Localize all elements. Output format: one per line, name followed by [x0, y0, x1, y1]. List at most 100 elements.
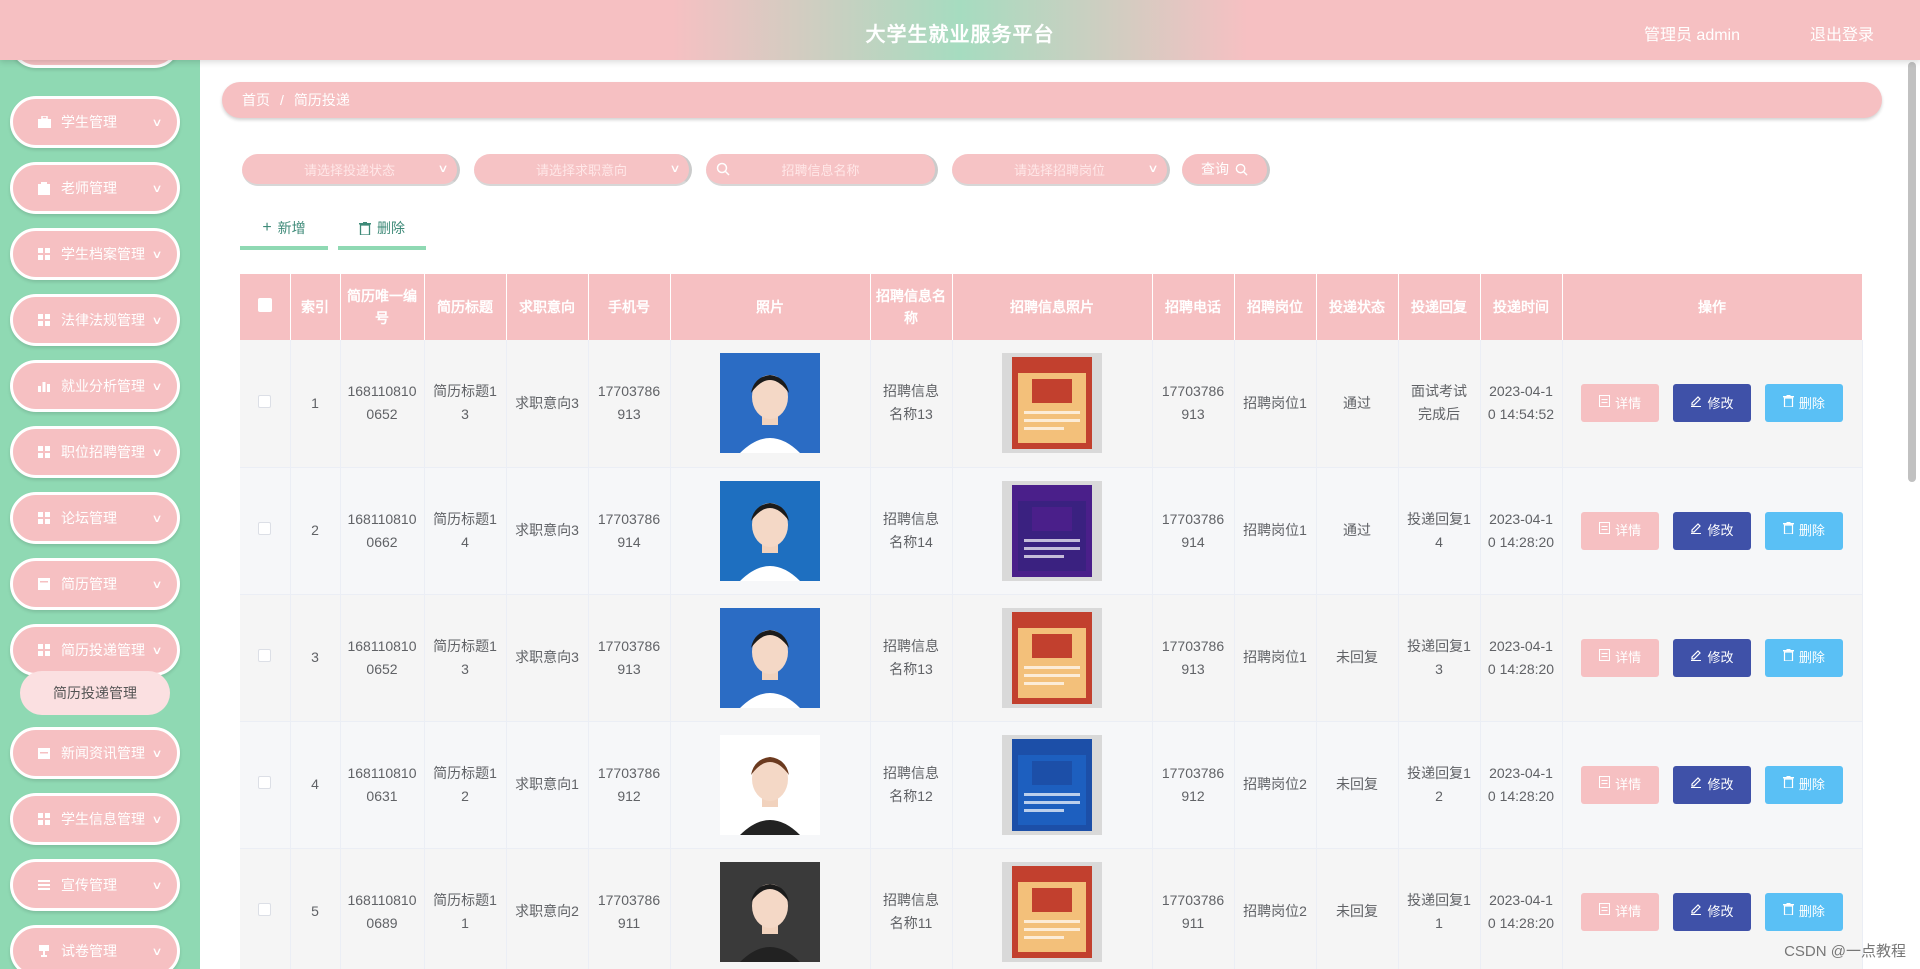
cell-photo — [670, 340, 871, 468]
edit-button[interactable]: 修改 — [1673, 638, 1751, 677]
row-checkbox[interactable] — [258, 649, 272, 662]
sidebar-item-laws[interactable]: 法律法规管理 ∨ — [10, 294, 180, 346]
position-select[interactable]: 请选择招聘岗位 ∨ — [952, 154, 1170, 186]
delete-button[interactable]: 删除 — [1764, 765, 1843, 804]
detail-button-label: 详情 — [1615, 395, 1642, 411]
column-header: 简历唯一编号 — [340, 274, 425, 340]
edit-button-label: 修改 — [1707, 523, 1734, 538]
batch-delete-button[interactable]: 删除 — [338, 210, 426, 250]
cell-status: 通过 — [1316, 467, 1399, 595]
grid-icon — [37, 643, 51, 657]
delete-button[interactable]: 删除 — [1764, 384, 1843, 423]
cell-photo — [670, 721, 871, 849]
column-header: 招聘电话 — [1152, 274, 1235, 340]
sidebar-item-student-info[interactable]: 学生信息管理 ∨ — [10, 793, 180, 845]
sidebar-item-publicity[interactable]: 宣传管理 ∨ — [10, 859, 180, 911]
cell-intention: 求职意向3 — [506, 467, 589, 595]
cell-job-phone: 17703786912 — [1152, 721, 1235, 849]
page-scrollbar[interactable] — [1908, 62, 1916, 482]
cell-position: 招聘岗位1 — [1234, 594, 1317, 722]
sidebar-item-label: 简历管理 — [61, 576, 117, 592]
trophy-icon — [37, 944, 51, 958]
detail-button[interactable]: 详情 — [1581, 765, 1660, 804]
job-poster-photo — [1002, 734, 1102, 835]
cell-index: 3 — [290, 594, 341, 722]
edit-button[interactable]: 修改 — [1673, 892, 1751, 931]
sidebar-item-exams[interactable]: 试卷管理 ∨ — [10, 925, 180, 969]
job-poster-photo — [1002, 480, 1102, 581]
row-select-cell[interactable] — [240, 594, 291, 722]
cell-intention: 求职意向3 — [506, 340, 589, 468]
logout-link[interactable]: 退出登录 — [1810, 21, 1874, 45]
delete-button[interactable]: 删除 — [1764, 892, 1843, 931]
detail-button[interactable]: 详情 — [1581, 892, 1660, 931]
intention-select[interactable]: 请选择求职意向 ∨ — [474, 154, 692, 186]
sidebar-item-student-files[interactable]: 学生档案管理 ∨ — [10, 228, 180, 280]
cell-resume-no: 1681108100652 — [340, 340, 425, 468]
query-button[interactable]: 查询 — [1182, 154, 1270, 186]
delete-button[interactable]: 删除 — [1764, 511, 1843, 550]
sidebar-item-recruitment[interactable]: 职位招聘管理 ∨ — [10, 426, 180, 478]
status-select[interactable]: 请选择投递状态 ∨ — [242, 154, 460, 186]
edit-icon — [1690, 519, 1702, 542]
row-select-cell[interactable] — [240, 340, 291, 468]
cell-job-name: 招聘信息名称14 — [870, 467, 953, 595]
detail-button[interactable]: 详情 — [1581, 384, 1660, 423]
job-name-placeholder: 招聘信息名称 — [781, 162, 860, 178]
column-header: 投递状态 — [1316, 274, 1399, 340]
select-all-checkbox[interactable] — [257, 298, 272, 312]
row-checkbox[interactable] — [258, 776, 272, 789]
add-button[interactable]: + 新增 — [240, 210, 328, 250]
breadcrumb-home[interactable]: 首页 — [242, 90, 270, 110]
chevron-down-icon: ∨ — [151, 946, 163, 958]
chevron-down-icon: ∨ — [1147, 163, 1159, 175]
row-select-cell[interactable] — [240, 848, 291, 969]
sidebar-item-resume-delivery[interactable]: 简历投递管理 ∨ — [10, 624, 180, 676]
chevron-down-icon: ∨ — [151, 381, 163, 393]
app-title: 大学生就业服务平台 — [865, 24, 1055, 46]
sidebar-item-teachers[interactable]: 老师管理 ∨ — [10, 162, 180, 214]
sidebar-item-employment-analysis[interactable]: 就业分析管理 ∨ — [10, 360, 180, 412]
bar-chart-icon — [37, 379, 51, 393]
cell-reply: 面试考试完成后 — [1398, 340, 1481, 468]
sidebar-item-label: 就业分析管理 — [61, 378, 145, 394]
sidebar-subitem-resume-delivery[interactable]: 简历投递管理 — [20, 671, 170, 715]
cell-job-photo — [952, 467, 1153, 595]
sidebar-item-students[interactable]: 学生管理 ∨ — [10, 96, 180, 148]
select-all-cell[interactable] — [240, 274, 291, 340]
detail-button-label: 详情 — [1615, 777, 1642, 792]
detail-button[interactable]: 详情 — [1581, 638, 1660, 677]
cell-phone: 17703786914 — [588, 467, 671, 595]
edit-button[interactable]: 修改 — [1673, 511, 1751, 550]
row-checkbox[interactable] — [258, 522, 272, 535]
row-checkbox[interactable] — [258, 903, 272, 916]
sidebar-item-label: 简历投递管理 — [61, 642, 145, 658]
cell-index: 4 — [290, 721, 341, 849]
query-button-label: 查询 — [1201, 161, 1229, 177]
row-select-cell[interactable] — [240, 467, 291, 595]
resume-photo — [720, 353, 820, 454]
cell-time: 2023-04-10 14:28:20 — [1480, 594, 1563, 722]
delete-button[interactable]: 删除 — [1764, 638, 1843, 677]
cell-time: 2023-04-10 14:28:20 — [1480, 848, 1563, 969]
sidebar-item-news[interactable]: 新闻资讯管理 ∨ — [10, 727, 180, 779]
grid-icon — [37, 812, 51, 826]
cell-phone: 17703786911 — [588, 848, 671, 969]
resume-delivery-table: 索引 简历唯一编号 简历标题 求职意向 手机号 照片 招聘信息名称 招聘信息照片… — [240, 274, 1863, 969]
status-select-placeholder: 请选择投递状态 — [303, 162, 395, 178]
cell-time: 2023-04-10 14:28:20 — [1480, 467, 1563, 595]
sidebar-item-label: 学生档案管理 — [61, 246, 145, 262]
cell-intention: 求职意向3 — [506, 594, 589, 722]
edit-button[interactable]: 修改 — [1673, 765, 1751, 804]
row-select-cell[interactable] — [240, 721, 291, 849]
edit-button[interactable]: 修改 — [1673, 384, 1751, 423]
row-checkbox[interactable] — [258, 394, 272, 408]
detail-button[interactable]: 详情 — [1581, 511, 1660, 550]
breadcrumb-separator: / — [280, 92, 284, 108]
job-name-input[interactable]: 招聘信息名称 — [706, 154, 938, 186]
sidebar-item-forum[interactable]: 论坛管理 ∨ — [10, 492, 180, 544]
sidebar-item-resumes[interactable]: 简历管理 ∨ — [10, 558, 180, 610]
trash-icon — [1782, 646, 1794, 669]
cell-photo — [670, 848, 871, 969]
chevron-down-icon: ∨ — [151, 880, 163, 892]
